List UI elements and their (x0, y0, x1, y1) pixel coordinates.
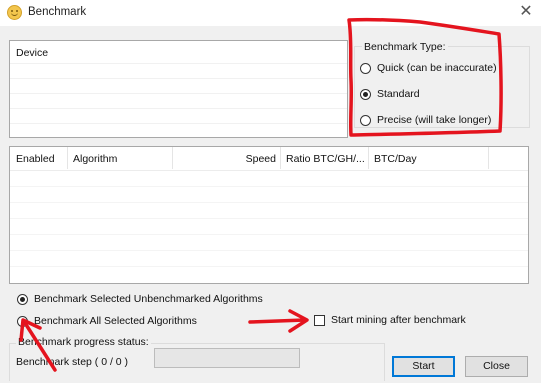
algorithms-table[interactable]: Enabled Algorithm Speed Ratio BTC/GH/...… (9, 146, 529, 284)
radio-quick-label: Quick (can be inaccurate) (377, 62, 497, 74)
column-enabled[interactable]: Enabled (16, 153, 55, 165)
column-speed[interactable]: Speed (210, 153, 276, 165)
smiley-icon (7, 5, 22, 20)
radio-all-selected[interactable]: Benchmark All Selected Algorithms (17, 315, 197, 327)
radio-standard-label: Standard (377, 88, 420, 100)
radio-selected-unbenchmarked-label: Benchmark Selected Unbenchmarked Algorit… (34, 293, 263, 305)
benchmark-type-label: Benchmark Type: (362, 41, 448, 53)
device-list[interactable]: Device (9, 40, 348, 138)
start-mining-checkbox[interactable]: Start mining after benchmark (314, 314, 466, 326)
start-mining-checkbox-label: Start mining after benchmark (331, 314, 466, 326)
radio-precise-circle[interactable] (360, 114, 371, 126)
radio-all-selected-label: Benchmark All Selected Algorithms (34, 315, 197, 327)
radio-precise[interactable]: Precise (will take longer) (360, 114, 491, 126)
radio-all-selected-circle[interactable] (17, 315, 28, 327)
column-btc-day[interactable]: BTC/Day (374, 153, 417, 165)
close-button[interactable]: Close (465, 356, 528, 377)
column-ratio[interactable]: Ratio BTC/GH/... (286, 153, 365, 165)
progress-status-label: Benchmark progress status: (16, 336, 151, 348)
radio-quick[interactable]: Quick (can be inaccurate) (360, 62, 497, 74)
start-button[interactable]: Start (392, 356, 455, 377)
device-column-header: Device (16, 47, 49, 59)
start-mining-checkbox-box[interactable] (314, 314, 325, 326)
column-algorithm[interactable]: Algorithm (73, 153, 117, 165)
radio-standard-circle[interactable] (360, 88, 371, 100)
radio-selected-unbenchmarked-circle[interactable] (17, 293, 28, 305)
benchmark-progress-bar (154, 348, 300, 368)
radio-precise-label: Precise (will take longer) (377, 114, 492, 126)
close-icon[interactable]: ✕ (516, 2, 536, 22)
radio-selected-unbenchmarked[interactable]: Benchmark Selected Unbenchmarked Algorit… (17, 293, 263, 305)
radio-quick-circle[interactable] (360, 62, 371, 74)
benchmark-step-text: Benchmark step ( 0 / 0 ) (16, 356, 129, 368)
annotation-arrow-right (248, 318, 307, 324)
radio-standard[interactable]: Standard (360, 88, 420, 100)
window-title: Benchmark (28, 6, 87, 18)
